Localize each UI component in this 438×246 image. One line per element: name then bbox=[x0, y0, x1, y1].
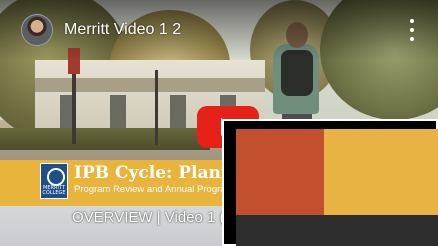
more-vert-icon[interactable] bbox=[405, 18, 419, 42]
overview-caption: OVERVIEW | Video 1 ( bbox=[72, 209, 225, 226]
card-block-red bbox=[236, 129, 324, 215]
lamp-pole bbox=[155, 70, 158, 145]
building-window bbox=[170, 95, 186, 130]
video-title[interactable]: Merritt Video 1 2 bbox=[64, 20, 181, 40]
card-block-dark bbox=[236, 215, 438, 246]
video-player[interactable]: Merritt Video 1 2 MERRITT COLLEGE IPB Cy… bbox=[0, 0, 438, 246]
college-seal: MERRITT COLLEGE bbox=[40, 163, 68, 199]
overlay-card[interactable] bbox=[222, 119, 438, 246]
lamp-pole bbox=[72, 74, 76, 144]
banner-subtitle: Program Review and Annual Progra bbox=[74, 184, 226, 195]
background-hedge bbox=[0, 128, 210, 150]
building-window bbox=[110, 95, 126, 130]
channel-avatar[interactable] bbox=[21, 14, 53, 46]
card-block-yellow bbox=[324, 129, 438, 215]
building-band bbox=[35, 78, 265, 92]
